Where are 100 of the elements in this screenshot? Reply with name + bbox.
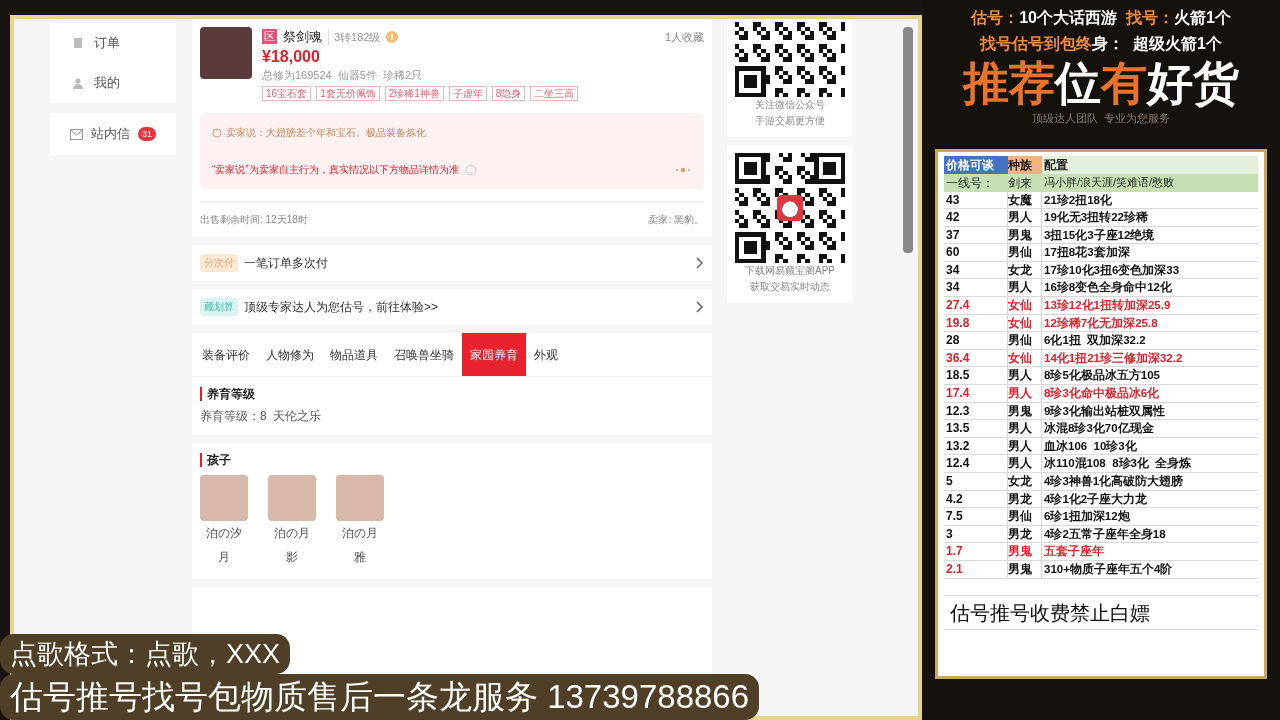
detail-tab[interactable]: 召唤兽坐骑 <box>386 333 462 376</box>
detail-tab[interactable]: 人物修为 <box>258 333 322 376</box>
sidebar-item[interactable]: 站内信 31 <box>50 113 176 155</box>
race-cell: 女龙 <box>1008 261 1042 279</box>
seller-name: 卖家: 黑豹。 <box>648 213 704 227</box>
config-cell-text: 8珍5化极品冰五方105 <box>1043 367 1161 384</box>
price-cell: 34 <box>944 261 1008 279</box>
price-cell: 18.5 <box>944 367 1008 385</box>
promo-line-text: 身： 超级火箭1个 <box>1092 34 1222 54</box>
race-cell: 男仙 <box>1008 332 1042 349</box>
document-icon <box>72 37 84 49</box>
caption-text: 估号推号找号包物质售后一条龙服务 13739788866 <box>0 674 760 720</box>
detail-tab[interactable]: 外观 <box>526 333 566 376</box>
scrollbar[interactable] <box>903 27 913 253</box>
price-cell: 17.4 <box>944 385 1008 402</box>
price-cell: 13.2 <box>944 437 1008 455</box>
sidebar-item[interactable]: 订单 <box>50 23 176 63</box>
price-cell: 28 <box>944 332 1008 349</box>
avatar-placeholder <box>200 27 252 79</box>
config-cell-text: 21珍2扭18化 <box>1043 192 1113 208</box>
price-cell: 19.8 <box>944 314 1008 332</box>
coin-icon <box>386 30 399 43</box>
breeding-level: 养育等级：8 天伦之乐 <box>200 408 323 425</box>
feature-tag: 16宝石套 <box>262 86 312 101</box>
config-cell-text: 310+物质子座年五个4阶 <box>1043 561 1174 577</box>
race-cell: 男龙 <box>1008 525 1042 543</box>
config-cell-text: 19化无3扭转22珍稀 <box>1043 210 1149 226</box>
config-cell-text: 4珍2五常子座年全身18 <box>1043 526 1167 542</box>
promo-text: 一笔订单多次付 <box>244 255 328 272</box>
config-cell-text: 14化1扭21珍三修加深32.2 <box>1043 350 1184 366</box>
promo-line-text: 找号估号到包终 <box>980 34 1093 54</box>
subtitle-text: 顶级达人团队 专业为您服务 <box>1031 111 1171 126</box>
promo-row[interactable]: 藏划算 顶级专家达人为您估号，前往体验>> <box>192 289 712 325</box>
config-cell-text: 13珍12化1扭转加深25.9 <box>1043 298 1172 314</box>
disclaimer-text: “卖家说”为卖家自主行为，真实情况以下方物品详情为准 <box>212 163 459 177</box>
caption-text: 点歌格式：点歌，XXX <box>0 634 291 674</box>
promo-text: 顶级专家达人为您估号，前往体验>> <box>244 299 438 316</box>
promo-line-text: 10个大话西游 <box>1019 8 1117 28</box>
price-cell: 42 <box>944 209 1008 226</box>
config-cell-text: 17珍10化3扭6变色加深33 <box>1043 262 1181 278</box>
headline-text: 好货 <box>1147 56 1239 110</box>
sheet-cell-text: 冯小胖/浪天涯/笑难语/憨败 <box>1043 174 1176 190</box>
detail-tab[interactable]: 家园养育 <box>462 333 526 376</box>
feature-tag: 8隐身 <box>491 86 526 101</box>
child-portrait-placeholder[interactable] <box>200 475 248 521</box>
sidebar-item[interactable]: 我的 <box>50 63 176 103</box>
child-name: 泊の月影 <box>273 525 311 566</box>
promo-line-text: 找号： <box>1124 8 1174 28</box>
promo-badge: 藏划算 <box>200 298 238 316</box>
price-cell: 4.2 <box>944 490 1008 508</box>
qr-caption: 获取交易实时动态 <box>750 280 830 294</box>
price-cell: 60 <box>944 244 1008 261</box>
character-name: 祭剑魂 <box>283 28 322 46</box>
config-cell-text: 4珍3神兽1化高破防大翅膀 <box>1043 473 1185 489</box>
section-title: 孩子 <box>200 453 704 467</box>
child-portrait-placeholder[interactable] <box>268 475 316 521</box>
config-cell-text: 16珍8变色全身命中12化 <box>1043 279 1173 296</box>
promo-line-text: 估号： <box>971 8 1020 28</box>
feature-tag: 1套无价佩饰 <box>316 86 380 101</box>
config-cell-text: 8珍3化命中极品冰6化 <box>1043 386 1161 402</box>
race-cell: 男鬼 <box>1008 226 1042 244</box>
mail-icon <box>70 128 83 140</box>
race-cell: 男人 <box>1008 209 1042 226</box>
headline-text: 推荐 <box>963 56 1055 110</box>
price-cell: 13.5 <box>944 420 1008 437</box>
help-icon[interactable] <box>464 163 477 176</box>
detail-tab[interactable]: 装备评价 <box>194 333 258 376</box>
time-remaining: 出售剩余时间: 12天18时 <box>200 213 308 227</box>
race-cell: 女龙 <box>1008 473 1042 490</box>
race-cell: 男人 <box>1008 385 1042 402</box>
race-cell: 女仙 <box>1008 297 1042 314</box>
config-cell-text: 17扭8花3套加深 <box>1043 245 1131 261</box>
config-cell-text: 4珍1化2子座大力龙 <box>1043 491 1149 507</box>
child-portrait-placeholder[interactable] <box>336 475 384 521</box>
more-dots-icon[interactable] <box>674 166 692 173</box>
config-cell-text: 6珍1扭加深12炮 <box>1043 509 1131 525</box>
headline-text: 有 <box>1101 56 1147 110</box>
price-cell: 27.4 <box>944 297 1008 314</box>
race-cell: 男人 <box>1008 367 1042 385</box>
price-cell: 2.1 <box>944 560 1008 578</box>
sheet-notice: 估号推号收费禁止白嫖 <box>944 595 1258 630</box>
race-cell: 男鬼 <box>1008 543 1042 560</box>
qr-caption: 关注微信公众号 <box>755 98 825 112</box>
price-cell: 12.3 <box>944 402 1008 420</box>
favorite-count: 1人收藏 <box>664 29 704 45</box>
detail-tab[interactable]: 物品道具 <box>322 333 386 376</box>
headline-text: 位 <box>1055 56 1101 110</box>
child-name: 泊の月雅 <box>341 525 379 566</box>
config-cell-text: 冰混8珍3化70亿现金 <box>1043 421 1155 437</box>
promo-line-text: 火箭1个 <box>1173 8 1231 28</box>
sheet-cell-text: 剑来 <box>1008 174 1033 192</box>
server-tag: 区 <box>262 29 277 45</box>
price-cell: 34 <box>944 279 1008 297</box>
race-cell: 女魔 <box>1008 191 1042 209</box>
unread-count-badge: 31 <box>138 127 156 141</box>
promo-row[interactable]: 分次付 一笔订单多次付 <box>192 245 712 281</box>
section-title: 养育等级 <box>200 387 704 401</box>
config-cell-text: 6化1扭 双加深32.2 <box>1043 333 1147 349</box>
child-name: 泊の汐月 <box>205 525 243 566</box>
price-cell: 1.7 <box>944 543 1008 560</box>
